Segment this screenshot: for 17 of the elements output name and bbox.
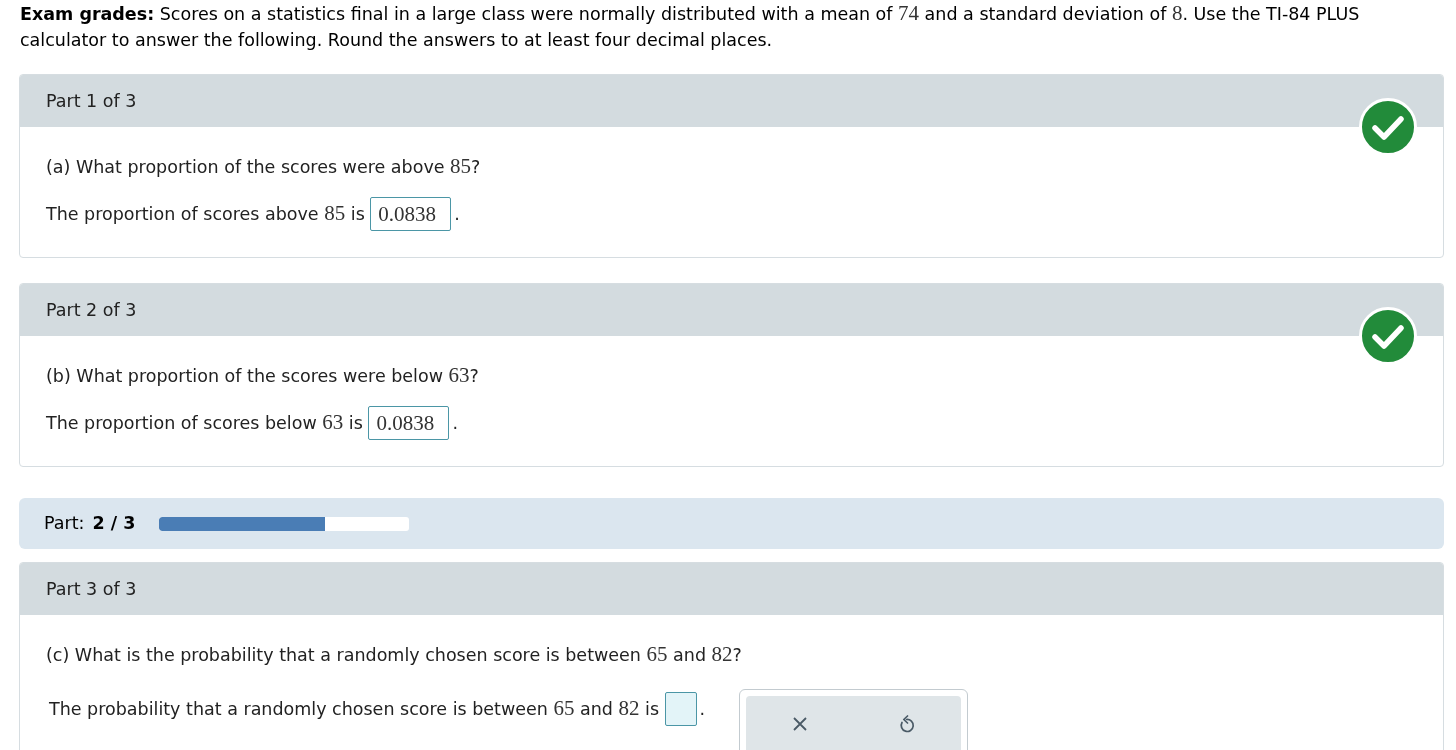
answer-sentence: The probability that a randomly chosen score is between 65 and 82 is .	[49, 692, 706, 726]
problem-text: Exam grades: Scores on a statistics final in a large class were normally distributed with a mean of 74 and a standard deviation of 8. Use the TI-84 PLUS calculator to answer the following. Round the answers to at least four decimal places.	[20, 0, 1361, 52]
answer-box[interactable]: 0.0838	[368, 406, 450, 440]
part-title: Part 3 of 3	[46, 577, 137, 601]
answer-box[interactable]	[664, 692, 697, 726]
part-title: Part 1 of 3	[46, 89, 137, 113]
answer-box[interactable]: 0.0838	[370, 197, 452, 231]
question-text: (b) What proportion of the scores were below 63?	[46, 363, 480, 388]
part-title: Part 2 of 3	[46, 298, 137, 322]
undo-icon	[899, 715, 916, 733]
question-text: (c) What is the probability that a randomly chosen score is between 65 and 82?	[46, 642, 743, 667]
answer-sentence: The proportion of scores below 63 is 0.0838 .	[46, 406, 458, 440]
progress-label: Part:	[44, 512, 85, 536]
x-icon	[791, 716, 808, 732]
question-text: (a) What proportion of the scores were above 85?	[46, 154, 482, 179]
progress-count: 2 / 3	[92, 512, 136, 536]
answer-sentence: The proportion of scores above 85 is 0.0838 .	[46, 197, 460, 231]
